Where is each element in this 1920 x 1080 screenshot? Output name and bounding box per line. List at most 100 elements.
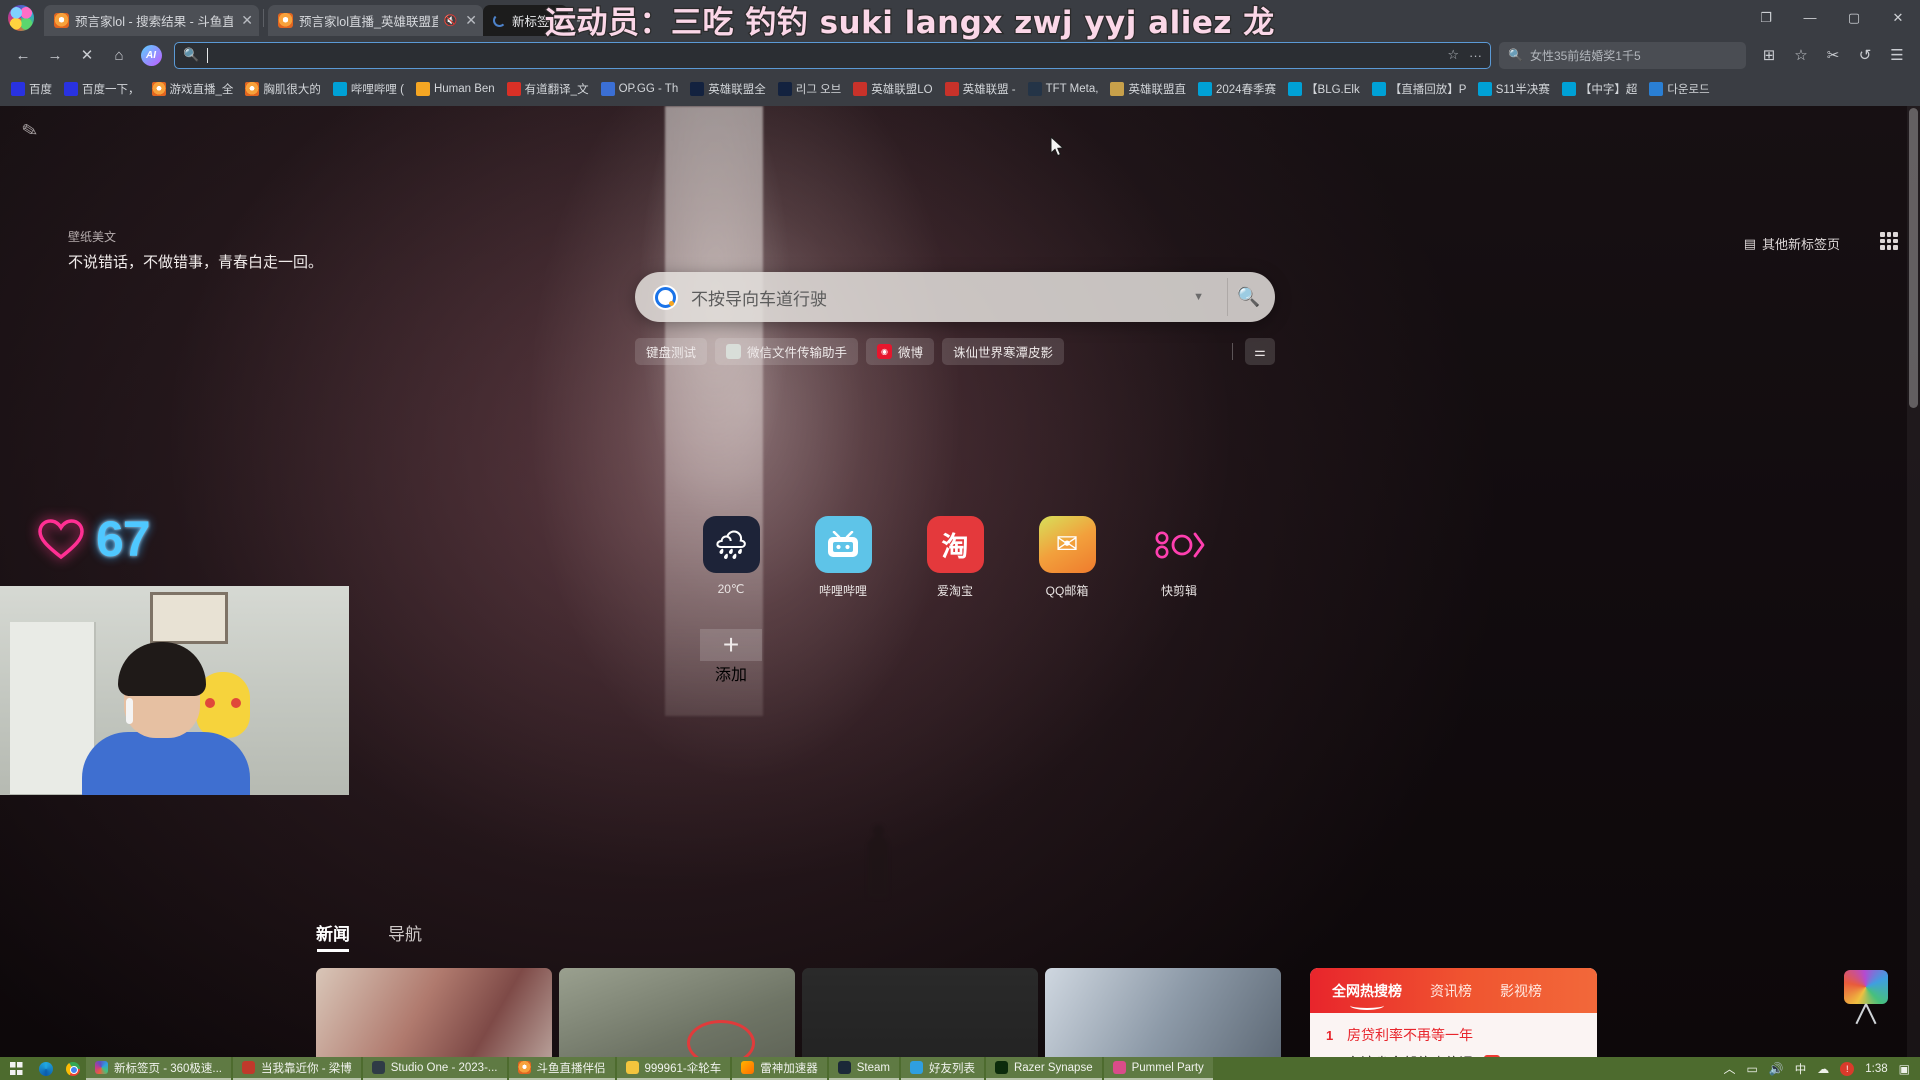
taskbar-task[interactable]: Razer Synapse	[985, 1057, 1102, 1080]
page-scrollbar[interactable]	[1907, 106, 1920, 1057]
browser-tab[interactable]: 预言家lol - 搜索结果 - 斗鱼直播 ✕	[44, 5, 259, 36]
browser-tab[interactable]: 预言家lol直播_英雄联盟直播 🔇 ✕	[268, 5, 483, 36]
bookmark-item[interactable]: 【中字】超	[1557, 78, 1643, 100]
cloud-icon[interactable]: ☁	[1817, 1062, 1829, 1076]
bookmark-item[interactable]: Human Ben	[411, 79, 500, 99]
bookmark-item[interactable]: 英雄联盟直	[1105, 78, 1191, 100]
close-button[interactable]: ✕	[1876, 0, 1920, 36]
hot-search-row[interactable]: 2台湾省全部停班停课热	[1326, 1049, 1581, 1057]
tray-expand-icon[interactable]: ︿	[1723, 1060, 1735, 1077]
alert-icon[interactable]: !	[1840, 1061, 1855, 1076]
taskbar-task[interactable]: 斗鱼直播伴侣	[508, 1057, 615, 1080]
bookmark-item[interactable]: 有道翻译_文	[502, 78, 594, 100]
home-icon[interactable]: ⌂	[104, 41, 134, 69]
taskbar-task[interactable]: Pummel Party	[1103, 1057, 1213, 1080]
search-submit-button[interactable]: 🔍	[1227, 278, 1269, 316]
app-tile[interactable]: 哔哩哔哩	[812, 516, 874, 599]
app-tile[interactable]: ✉ QQ邮箱	[1036, 516, 1098, 599]
extensions-icon[interactable]: ⊞	[1754, 41, 1784, 69]
hot-panel-tab[interactable]: 资讯榜	[1430, 981, 1472, 1001]
chrome-icon[interactable]	[59, 1061, 86, 1076]
news-card[interactable]: LV柜姐后续：原配开直播	[1045, 968, 1281, 1057]
taskbar-task[interactable]: 雷神加速器	[732, 1057, 827, 1080]
bookmark-item[interactable]: OP.GG - Th	[596, 79, 684, 99]
bookmark-item[interactable]: 다운로드	[1644, 78, 1714, 100]
history-icon[interactable]: ↺	[1850, 41, 1880, 69]
forward-icon[interactable]: →	[40, 41, 70, 69]
streamer-body	[82, 732, 250, 795]
cut-icon[interactable]: ✂	[1818, 41, 1848, 69]
ai-assistant-button[interactable]: AI	[136, 41, 166, 69]
quick-chip[interactable]: 键盘测试	[635, 338, 708, 365]
mute-icon[interactable]: 🔇	[444, 14, 458, 27]
bookmark-item[interactable]: 리그 오브	[773, 78, 847, 100]
bookmark-item[interactable]: 哔哩哔哩 (	[328, 78, 409, 100]
notification-icon[interactable]: ▣	[1899, 1062, 1910, 1076]
taskbar-task[interactable]: Studio One - 2023-...	[362, 1057, 507, 1080]
chevron-down-icon[interactable]: ▼	[1183, 291, 1214, 303]
clock[interactable]: 1:38	[1865, 1063, 1887, 1075]
bookmark-item[interactable]: 英雄联盟 -	[940, 78, 1021, 100]
minimize-button[interactable]: —	[1788, 0, 1832, 36]
close-icon[interactable]: ✕	[241, 12, 253, 29]
app-tile[interactable]: 🌧 20℃	[700, 516, 762, 599]
maximize-button[interactable]: ▢	[1832, 0, 1876, 36]
quick-chip[interactable]: 诛仙世界寒潭皮影	[942, 338, 1065, 365]
hot-panel-tab[interactable]: 影视榜	[1500, 981, 1542, 1001]
bookmark-item[interactable]: 2024春季赛	[1193, 78, 1281, 100]
taskbar-task[interactable]: 好友列表	[900, 1057, 984, 1080]
favorites-icon[interactable]: ☆	[1786, 41, 1816, 69]
news-tab[interactable]: 新闻	[316, 920, 350, 952]
edge-icon[interactable]	[32, 1061, 59, 1076]
taskbar-task[interactable]: 当我靠近你 - 梁博	[233, 1057, 361, 1080]
friends-icon	[909, 1061, 923, 1074]
restore-button[interactable]: ❐	[1744, 0, 1788, 36]
add-tile-button[interactable]: + 添加	[700, 629, 762, 685]
stream-overlay-title: 运动员：三吃 钓钓 suki langx zwj yyj aliez 龙	[544, 4, 1276, 43]
browser-menu-icon[interactable]: ☰	[1882, 41, 1912, 69]
bookmark-item[interactable]: TFT Meta,	[1023, 79, 1104, 99]
bookmark-star-icon[interactable]: ☆	[1447, 47, 1459, 63]
bookmark-item[interactable]: 英雄联盟LO	[848, 78, 937, 100]
camera-tripod-icon[interactable]	[1840, 970, 1892, 1028]
bookmark-item[interactable]: 胸肌很大的	[240, 78, 326, 100]
more-icon[interactable]: ···	[1469, 48, 1482, 63]
windows-start-icon[interactable]	[0, 1062, 32, 1075]
close-icon[interactable]: ✕	[465, 12, 477, 29]
grid-icon[interactable]	[1880, 232, 1898, 250]
back-icon[interactable]: ←	[8, 41, 38, 69]
quick-chip[interactable]: ◉ 微博	[866, 338, 935, 365]
app-tile[interactable]: 快剪辑	[1148, 516, 1210, 599]
app-tile[interactable]: 淘爱淘宝	[924, 516, 986, 599]
taskbar-task[interactable]: Steam	[828, 1057, 899, 1080]
bookmark-item[interactable]: 百度一下，	[59, 78, 145, 100]
news-card[interactable]: “一念执着，相思成蛊”	[316, 968, 552, 1057]
bookmark-item[interactable]: 【BLG.Elk	[1283, 78, 1365, 100]
news-card[interactable]: 秦桧后人要求拆除祖先跪	[559, 968, 795, 1057]
search-bar[interactable]: 不按导向车道行驶 ▼ 🔍	[635, 272, 1275, 322]
address-bar[interactable]: 🔍 ☆ ···	[174, 41, 1491, 69]
scrollbar-thumb[interactable]	[1909, 108, 1918, 408]
stop-icon[interactable]: ✕	[72, 41, 102, 69]
like-count: 67	[96, 511, 151, 567]
capture-lens	[1844, 970, 1888, 1004]
bookmark-item[interactable]: 游戏直播_全	[147, 78, 239, 100]
bookmark-item[interactable]: 百度	[6, 78, 57, 100]
quick-chip[interactable]: 微信文件传输助手	[715, 338, 859, 365]
search-input[interactable]: 🔍 女性35前结婚奖1千5	[1499, 41, 1746, 69]
ime-indicator[interactable]: 中	[1795, 1061, 1807, 1077]
bookmark-item[interactable]: 英雄联盟全	[685, 78, 771, 100]
news-tab[interactable]: 导航	[388, 920, 422, 952]
bookmark-item[interactable]: S11半决赛	[1473, 78, 1555, 100]
hot-search-row[interactable]: 1 房贷利率不再等一年	[1326, 1021, 1581, 1049]
volume-icon[interactable]: 🔊	[1769, 1062, 1784, 1076]
bookmark-item[interactable]: 【直播回放】P	[1367, 78, 1471, 100]
hot-panel-tab[interactable]: 全网热搜榜	[1332, 981, 1402, 1010]
news-card[interactable]: 原来点菜还有这么多门道	[802, 968, 1038, 1057]
taskbar-task[interactable]: 新标签页 - 360极速...	[86, 1057, 231, 1080]
other-new-tabs-button[interactable]: ▤ 其他新标签页	[1744, 234, 1840, 253]
sliders-icon[interactable]: ⚌	[1245, 338, 1275, 365]
taskbar-task[interactable]: 999961-伞轮车	[616, 1057, 731, 1080]
network-icon[interactable]: ▭	[1746, 1062, 1757, 1076]
quick-chip-label: 微博	[898, 346, 924, 360]
